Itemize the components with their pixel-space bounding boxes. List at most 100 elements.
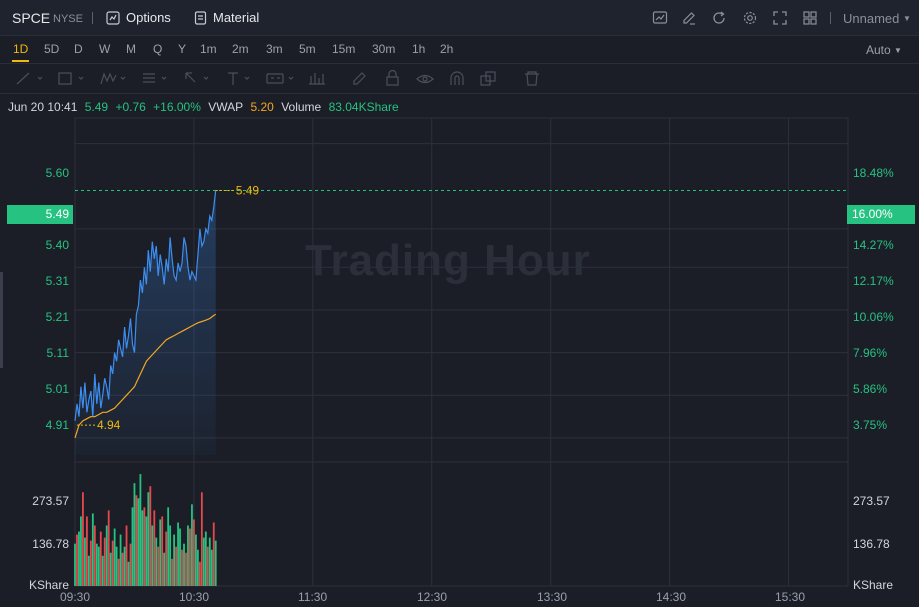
volume-tick-left: 136.78 [32, 537, 69, 551]
time-tick: 14:30 [656, 590, 687, 604]
volume-bar [95, 543, 98, 586]
volume-bar [76, 534, 78, 586]
volume-tick-right: 136.78 [853, 537, 890, 551]
volume-bar [82, 492, 84, 586]
volume-bar [195, 534, 197, 586]
volume-bar [93, 525, 96, 586]
volume-bar [91, 513, 94, 586]
volume-bar [121, 552, 124, 586]
volume-bar [111, 540, 114, 586]
volume-bar [204, 531, 207, 586]
time-tick: 13:30 [537, 590, 568, 604]
time-tick: 09:30 [60, 590, 91, 604]
volume-bar [143, 507, 146, 586]
volume-bar [153, 510, 156, 586]
volume-bar [103, 537, 106, 586]
volume-bar [129, 543, 132, 586]
volume-bar [161, 516, 164, 586]
high-marker-label: 5.49 [236, 184, 260, 198]
volume-bar [149, 486, 152, 586]
volume-bar [151, 525, 154, 586]
volume-bar [212, 522, 215, 586]
volume-bar [80, 516, 82, 586]
volume-bar [210, 549, 213, 586]
volume-bar [198, 561, 201, 586]
axis-tick-right: 18.48% [853, 166, 894, 180]
axis-tick-right: 12.17% [853, 274, 894, 288]
volume-bar [141, 510, 144, 586]
volume-bar [185, 552, 187, 586]
time-tick: 11:30 [298, 590, 328, 604]
volume-bar [113, 528, 116, 586]
volume-bar [119, 534, 122, 586]
volume-bar [127, 561, 130, 586]
volume-bar [85, 516, 88, 586]
volume-bar [107, 510, 110, 586]
axis-tick-left: 5.11 [46, 346, 69, 360]
axis-tick-right: 14.27% [853, 238, 894, 252]
axis-tick-left: 4.91 [45, 418, 69, 432]
volume-bar [196, 549, 199, 586]
volume-bar [163, 552, 166, 586]
axis-tick-right: 10.06% [853, 310, 894, 324]
time-tick: 15:30 [775, 590, 806, 604]
volume-bar [173, 534, 176, 586]
volume-bar [183, 543, 185, 586]
volume-bar [167, 507, 170, 586]
volume-bar [159, 519, 162, 586]
volume-bar [193, 519, 195, 586]
volume-bar [137, 498, 140, 586]
volume-bar [147, 492, 150, 586]
volume-bar [125, 525, 128, 586]
volume-bar [181, 549, 183, 586]
axis-tick-left: 5.31 [45, 274, 69, 288]
intraday-chart[interactable]: 5.49 4.94 [0, 0, 919, 607]
volume-bar [78, 531, 80, 586]
volume-bar [99, 531, 102, 586]
volume-bar [189, 528, 191, 586]
axis-tick-left: 5.01 [45, 382, 69, 396]
volume-bar [187, 525, 189, 586]
volume-tick-left: 273.57 [32, 494, 69, 508]
volume-bar [155, 537, 158, 586]
volume-bars [74, 474, 217, 586]
volume-bar [101, 555, 104, 586]
axis-tick-left: 5.40 [45, 238, 69, 252]
volume-bar [87, 555, 90, 586]
volume-bar [89, 540, 92, 586]
current-price-badge-left: 5.49 [7, 205, 73, 224]
volume-bar [171, 558, 174, 586]
volume-bar [145, 516, 148, 586]
volume-bar [123, 546, 126, 586]
volume-bar [208, 537, 211, 586]
volume-bar [200, 492, 203, 586]
axis-tick-right: 5.86% [853, 382, 888, 396]
axis-tick-right: 3.75% [853, 418, 888, 432]
volume-bar [206, 546, 209, 586]
time-tick: 12:30 [417, 590, 448, 604]
current-price-badge-right: 16.00% [847, 205, 915, 224]
volume-bar [135, 495, 138, 586]
volume-bar [97, 546, 100, 586]
volume-bar [109, 552, 112, 586]
volume-bar [191, 504, 193, 586]
time-tick: 10:30 [179, 590, 210, 604]
volume-bar [177, 522, 179, 586]
axis-tick-right: 7.96% [853, 346, 888, 360]
volume-bar [131, 507, 134, 586]
volume-bar [115, 546, 118, 586]
volume-bar [165, 531, 168, 586]
volume-unit-right: KShare [853, 578, 894, 592]
watermark-text: Trading Hour [305, 236, 591, 285]
volume-bar [105, 525, 108, 586]
volume-bar [133, 483, 136, 586]
volume-bar [84, 537, 86, 586]
volume-bar [202, 537, 205, 586]
volume-bar [139, 474, 142, 586]
axis-tick-left: 5.21 [45, 310, 69, 324]
volume-bar [179, 528, 181, 586]
volume-bar [157, 546, 160, 586]
axis-tick-left: 5.60 [45, 166, 69, 180]
volume-bar [117, 558, 120, 586]
volume-bar [214, 540, 217, 586]
